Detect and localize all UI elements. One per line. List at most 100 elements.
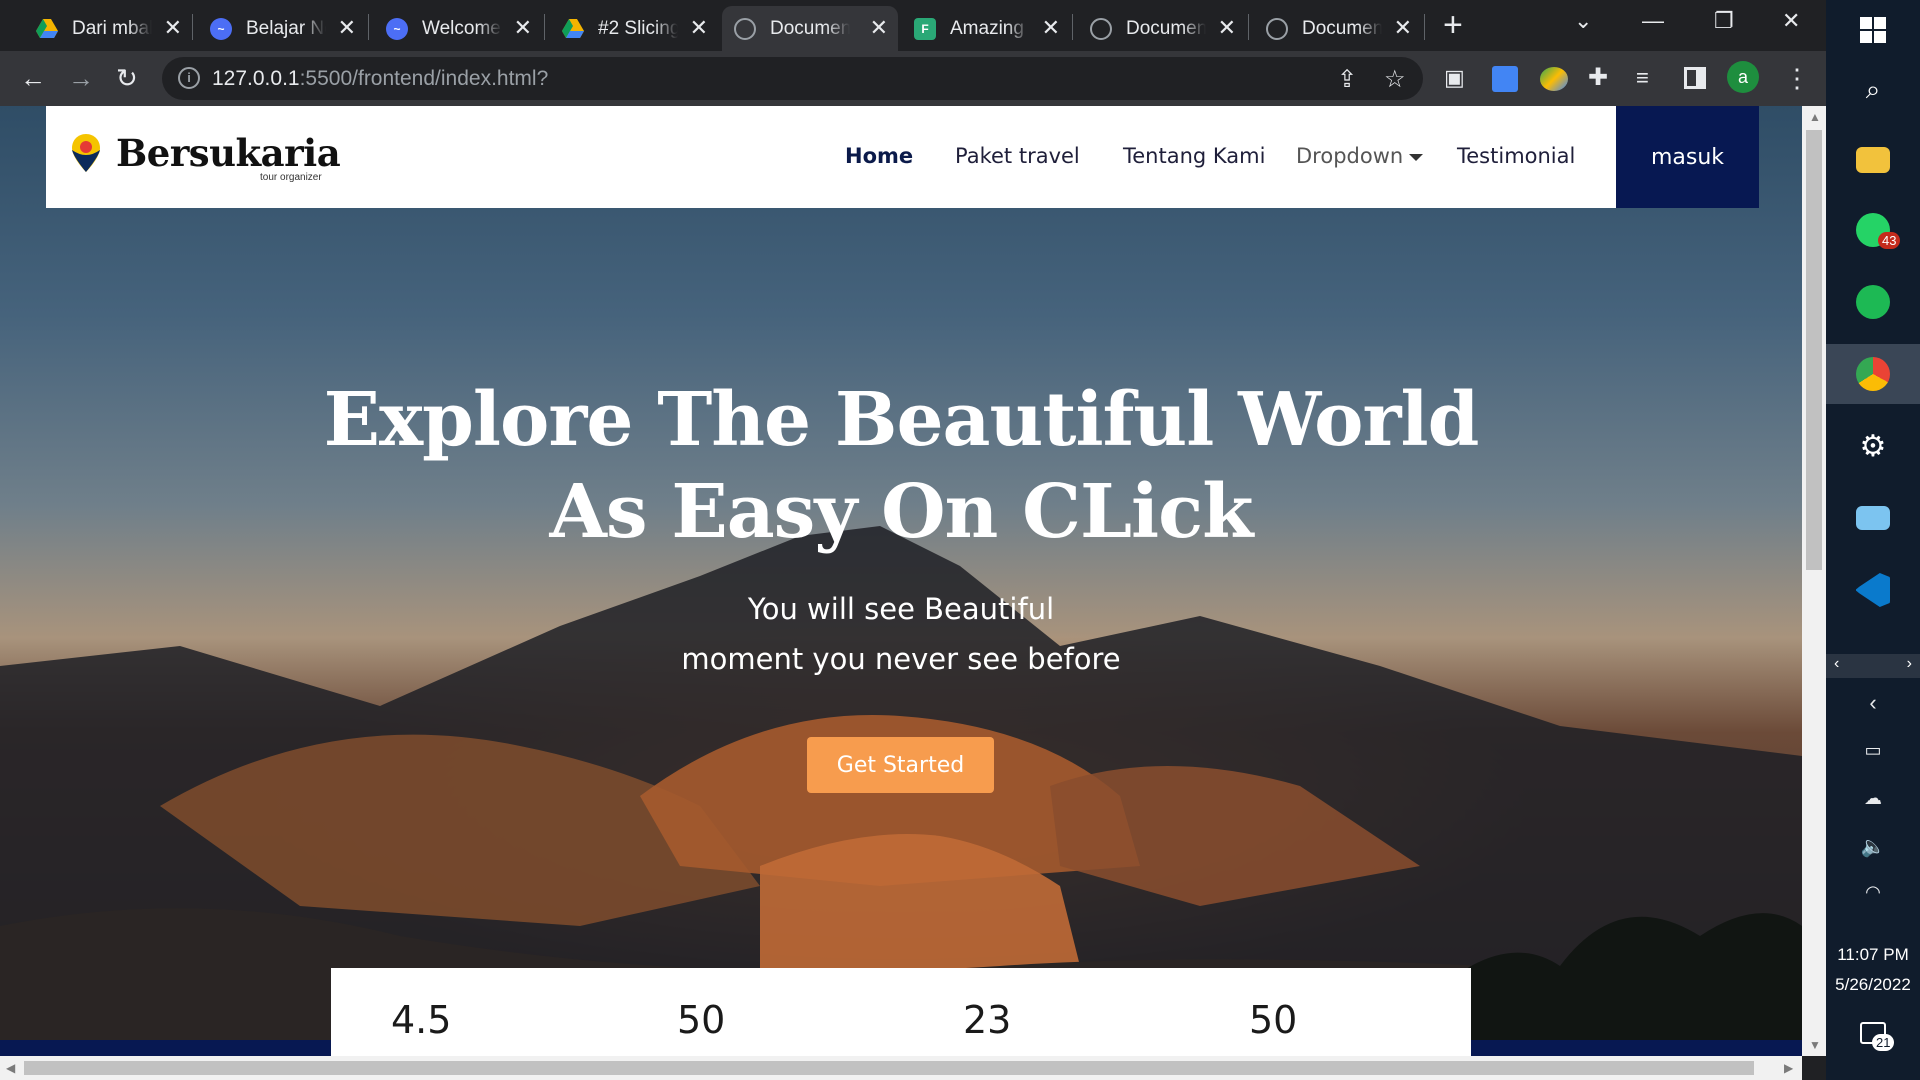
globe-icon xyxy=(1090,17,1112,40)
tab-title: Document xyxy=(770,17,850,39)
google-drive-icon xyxy=(562,18,584,40)
scroll-up-icon[interactable]: ▲ xyxy=(1809,110,1821,124)
location-pin-logo-icon xyxy=(72,134,100,172)
taskbar-file-explorer[interactable] xyxy=(1826,130,1920,190)
extension-globe-icon[interactable] xyxy=(1540,67,1568,91)
tab-title: Dari mbak xyxy=(72,17,152,39)
onedrive-cloud-icon[interactable]: ☁ xyxy=(1826,788,1920,809)
vertical-scrollbar[interactable]: ▲ ▼ xyxy=(1802,106,1826,1056)
profile-avatar[interactable]: a xyxy=(1727,61,1759,93)
chevron-left-icon[interactable]: ‹ xyxy=(1834,655,1839,673)
stat-value: 4.5 xyxy=(391,998,452,1042)
taskbar-settings[interactable]: ⚙ xyxy=(1826,416,1920,476)
browser-tab[interactable]: Document ✕ xyxy=(1078,6,1246,51)
close-tab-icon[interactable]: ✕ xyxy=(1218,17,1236,39)
close-tab-icon[interactable]: ✕ xyxy=(870,17,888,39)
notification-center-icon[interactable]: 21 xyxy=(1860,1022,1895,1051)
start-button[interactable] xyxy=(1826,0,1920,60)
browser-tab-active[interactable]: Document ✕ xyxy=(722,6,898,51)
tab-title: #2 Slicing xyxy=(598,17,678,39)
close-tab-icon[interactable]: ✕ xyxy=(1042,17,1060,39)
address-bar[interactable]: i 127.0.0.1:5500/frontend/index.html? ⇪ … xyxy=(162,57,1423,100)
new-tab-icon[interactable]: + xyxy=(1443,8,1463,42)
nav-link-home[interactable]: Home xyxy=(845,144,913,168)
taskbar-vscode[interactable] xyxy=(1826,560,1920,620)
browser-tab[interactable]: #2 Slicing ✕ xyxy=(550,6,718,51)
vertical-scroll-thumb[interactable] xyxy=(1806,130,1822,570)
get-started-button[interactable]: Get Started xyxy=(807,737,994,793)
brand-name[interactable]: Bersukaria xyxy=(116,131,341,175)
close-tab-icon[interactable]: ✕ xyxy=(690,17,708,39)
hero-subtitle: You will see Beautiful moment you never … xyxy=(0,584,1802,684)
menu-kebab-icon[interactable]: ⋮ xyxy=(1784,63,1810,93)
reload-icon[interactable]: ↻ xyxy=(116,63,138,93)
taskbar-control-panel[interactable] xyxy=(1826,488,1920,548)
taskbar-scroller[interactable]: ‹ › xyxy=(1826,654,1920,678)
hero-title-line1: Explore The Beautiful World xyxy=(323,377,1480,463)
taskbar-whatsapp[interactable]: 43 xyxy=(1826,200,1920,260)
browser-tab[interactable]: F Amazing ✕ xyxy=(902,6,1070,51)
nav-dropdown[interactable]: Dropdown xyxy=(1296,144,1424,168)
google-drive-icon xyxy=(36,18,58,40)
info-icon[interactable]: i xyxy=(178,67,200,89)
browser-tab-strip: Dari mbak ✕ ~ Belajar Ne ✕ ~ Welcome ✕ #… xyxy=(0,0,1826,51)
close-tab-icon[interactable]: ✕ xyxy=(1394,17,1412,39)
battery-icon[interactable]: ▭ xyxy=(1826,740,1920,761)
forward-icon[interactable]: → xyxy=(68,63,94,93)
nav-link-testimonial[interactable]: Testimonial xyxy=(1457,144,1575,168)
tab-search-icon[interactable]: ⌄ xyxy=(1574,8,1592,34)
extensions-puzzle-icon[interactable]: ✚ xyxy=(1588,63,1608,93)
hero-subtitle-line1: You will see Beautiful xyxy=(747,592,1055,626)
search-button[interactable]: ⌕ xyxy=(1826,60,1920,120)
tab-title: Belajar Ne xyxy=(246,17,326,39)
share-icon[interactable]: ⇪ xyxy=(1337,65,1357,94)
google-translate-icon[interactable] xyxy=(1492,66,1518,92)
chevron-right-icon[interactable]: › xyxy=(1907,655,1912,673)
whatsapp-badge: 43 xyxy=(1878,232,1901,249)
windows-logo-icon xyxy=(1860,17,1886,43)
scroll-right-icon[interactable]: ▶ xyxy=(1784,1061,1793,1075)
close-tab-icon[interactable]: ✕ xyxy=(338,17,356,39)
bookmark-star-icon[interactable]: ☆ xyxy=(1384,65,1406,94)
browser-tab[interactable]: ~ Welcome ✕ xyxy=(374,6,542,51)
tab-title: Amazing xyxy=(950,17,1024,39)
back-icon[interactable]: ← xyxy=(20,63,46,93)
close-tab-icon[interactable]: ✕ xyxy=(514,17,532,39)
scroll-left-icon[interactable]: ◀ xyxy=(6,1061,15,1075)
taskbar-chrome[interactable] xyxy=(1826,344,1920,404)
restore-icon[interactable]: ❐ xyxy=(1714,8,1734,34)
horizontal-scrollbar[interactable]: ◀ ▶ xyxy=(0,1056,1802,1080)
stat-value: 50 xyxy=(1249,998,1298,1042)
stats-panel: 4.5 50 23 50 xyxy=(331,968,1471,1056)
green-square-icon: F xyxy=(914,17,936,40)
close-tab-icon[interactable]: ✕ xyxy=(164,17,182,39)
close-window-icon[interactable]: ✕ xyxy=(1782,8,1800,34)
taskbar-spotify[interactable] xyxy=(1826,272,1920,332)
url-text[interactable]: 127.0.0.1:5500/frontend/index.html? xyxy=(212,67,548,91)
chrome-icon xyxy=(1856,357,1890,391)
system-clock[interactable]: 11:07 PM 5/26/2022 xyxy=(1826,940,1920,1000)
horizontal-scroll-thumb[interactable] xyxy=(24,1061,1754,1075)
wifi-icon[interactable]: ◠ xyxy=(1826,882,1920,903)
control-panel-icon xyxy=(1856,506,1890,530)
stat-value: 50 xyxy=(677,998,726,1042)
volume-icon[interactable]: 🔈 xyxy=(1826,834,1920,859)
search-icon: ⌕ xyxy=(1865,74,1881,104)
scroll-down-icon[interactable]: ▼ xyxy=(1809,1038,1821,1052)
picture-in-picture-icon[interactable]: ▣ xyxy=(1444,63,1465,93)
reading-list-icon[interactable]: ≡ xyxy=(1636,63,1649,93)
nav-link-paket-travel[interactable]: Paket travel xyxy=(955,144,1080,168)
blue-m-icon: ~ xyxy=(210,17,232,40)
tab-title: Document xyxy=(1302,17,1382,39)
side-panel-icon[interactable] xyxy=(1684,67,1706,89)
browser-tab[interactable]: Document ✕ xyxy=(1254,6,1422,51)
browser-tab[interactable]: Dari mbak ✕ xyxy=(24,6,192,51)
spotify-icon xyxy=(1856,285,1890,319)
hero-title-line2: As Easy On CLick xyxy=(549,469,1253,555)
nav-link-tentang-kami[interactable]: Tentang Kami xyxy=(1123,144,1265,168)
minimize-icon[interactable]: — xyxy=(1642,8,1664,34)
page-viewport: Bersukaria tour organizer Home Paket tra… xyxy=(0,106,1802,1056)
browser-tab[interactable]: ~ Belajar Ne ✕ xyxy=(198,6,366,51)
show-hidden-icons-icon[interactable]: ‹ xyxy=(1826,690,1920,716)
login-button[interactable]: masuk xyxy=(1616,106,1759,208)
